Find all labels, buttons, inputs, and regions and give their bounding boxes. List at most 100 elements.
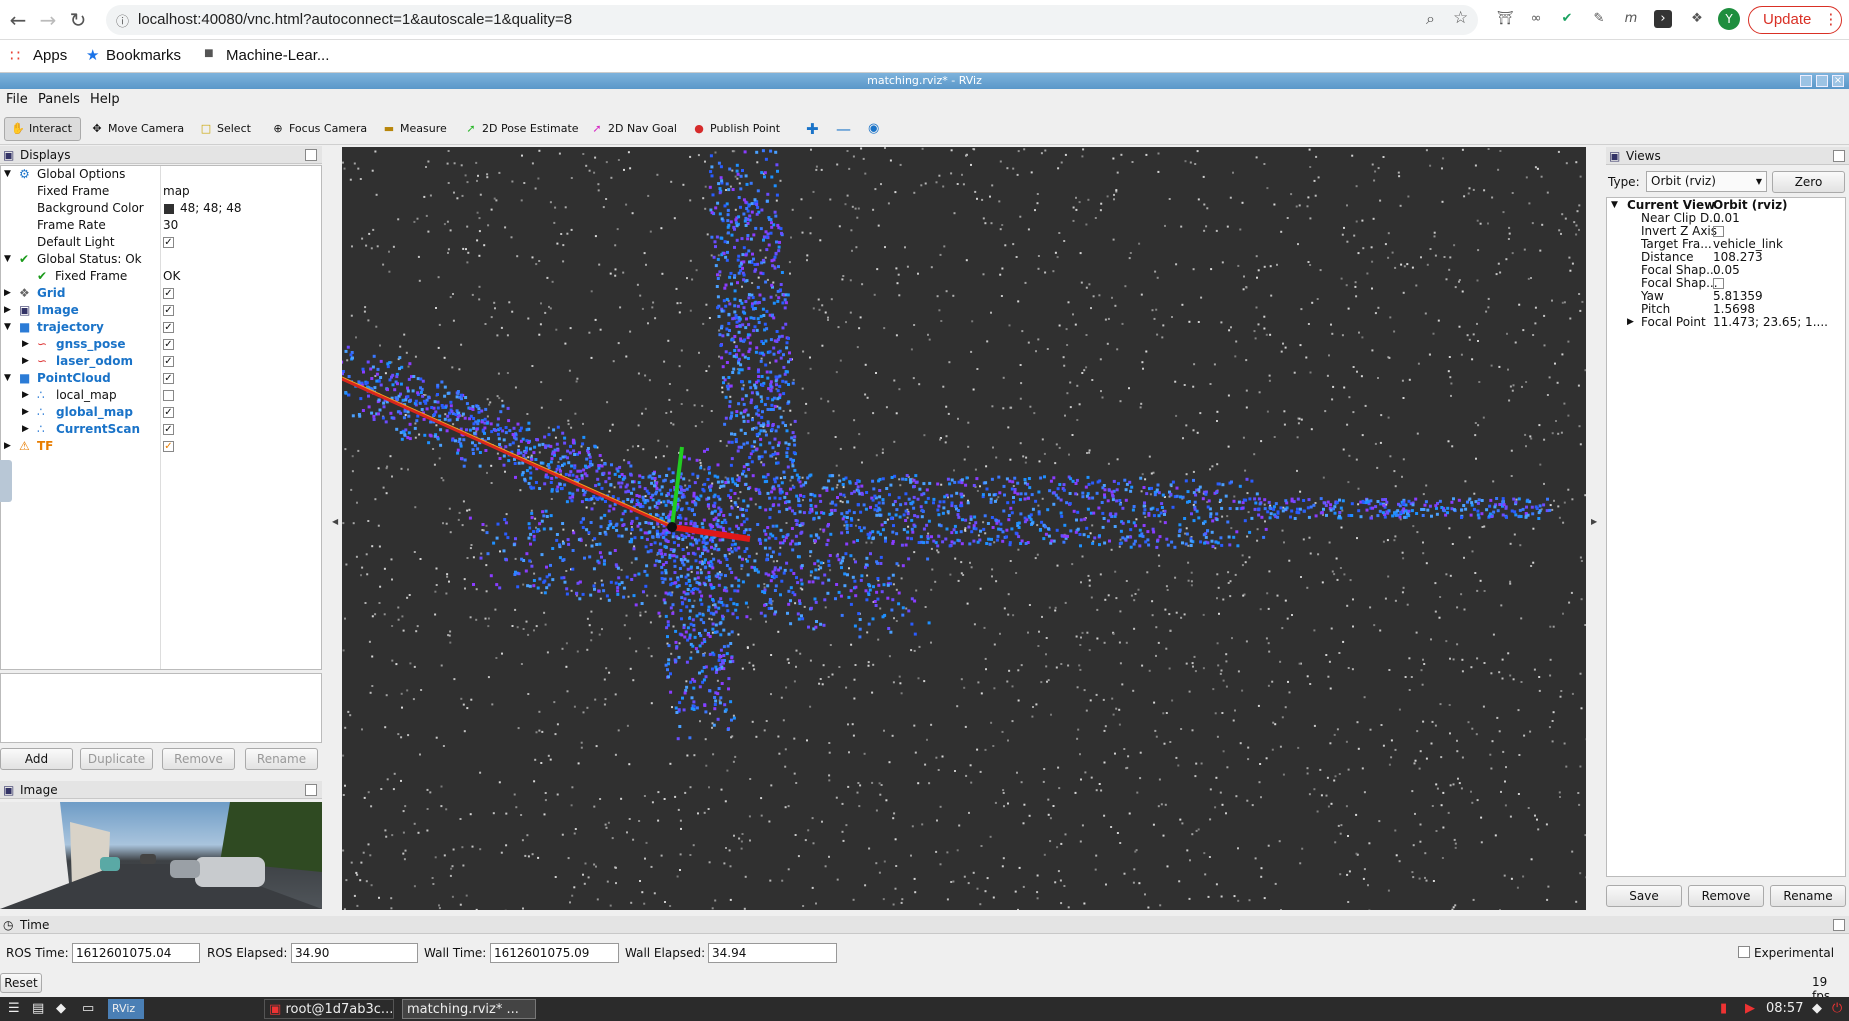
collapse-arrow-icon[interactable]: ▶ xyxy=(22,353,29,370)
tool-properties-icon[interactable]: ◉ xyxy=(868,119,879,139)
bookmark-star-icon[interactable]: ☆ xyxy=(1453,8,1468,28)
checkbox-checked[interactable]: ✓ xyxy=(163,305,174,316)
bookmark-folder[interactable]: Machine-Lear... xyxy=(226,47,329,64)
extension-m-icon[interactable]: m xyxy=(1622,10,1640,28)
ros-elapsed-field[interactable]: 34.90 xyxy=(291,943,418,963)
point-cloud-canvas[interactable] xyxy=(342,147,1586,910)
color-swatch[interactable] xyxy=(164,204,174,214)
row-grid[interactable]: ▶ ❖ Grid ✓ xyxy=(1,285,321,302)
tool-pose-estimate[interactable]: ➚ 2D Pose Estimate xyxy=(464,119,578,139)
checkbox-unchecked[interactable] xyxy=(1713,278,1724,289)
ros-time-field[interactable]: 1612601075.04 xyxy=(72,943,200,963)
collapse-arrow-icon[interactable]: ▶ xyxy=(4,302,11,319)
undock-icon[interactable] xyxy=(1833,150,1845,162)
row-laser-odom[interactable]: ▶ ∽ laser_odom ✓ xyxy=(1,353,321,370)
row-image[interactable]: ▶ ▣ Image ✓ xyxy=(1,302,321,319)
collapse-right-icon[interactable]: ▶ xyxy=(1591,517,1597,526)
row-fixed-frame[interactable]: Fixed Frame map xyxy=(1,183,321,200)
undock-icon[interactable] xyxy=(1833,919,1845,931)
view-type-select[interactable]: Orbit (rviz) ▼ xyxy=(1646,171,1767,192)
checkbox-unchecked[interactable] xyxy=(163,390,174,401)
rviz-launcher-icon[interactable]: RViz xyxy=(108,999,144,1019)
update-button[interactable]: Update ⋮ xyxy=(1748,6,1842,34)
checkbox-checked[interactable]: ✓ xyxy=(163,373,174,384)
extension-shield-icon[interactable]: ⛩ xyxy=(1496,10,1514,28)
row-tf[interactable]: ▶ ⚠ TF ✓ xyxy=(1,438,321,455)
extension-terminal-icon[interactable]: › xyxy=(1654,10,1672,28)
power-icon[interactable]: ⏻ xyxy=(1828,999,1842,1019)
checkbox-checked[interactable]: ✓ xyxy=(163,288,174,299)
browser-launcher-icon[interactable]: ◆ xyxy=(52,999,66,1019)
forward-icon[interactable]: → xyxy=(36,8,60,32)
checkbox-checked[interactable]: ✓ xyxy=(163,237,174,248)
remove-view-button[interactable]: Remove xyxy=(1688,885,1764,907)
collapse-arrow-icon[interactable]: ▶ xyxy=(4,438,11,455)
minimize-icon[interactable] xyxy=(1800,75,1812,87)
checkbox-checked[interactable]: ✓ xyxy=(163,407,174,418)
checkbox-checked[interactable]: ✓ xyxy=(163,441,174,452)
tool-select[interactable]: □ Select xyxy=(199,119,251,139)
checkbox-checked[interactable]: ✓ xyxy=(163,322,174,333)
apps-grid-icon[interactable]: ∷ xyxy=(10,46,20,66)
add-tool-icon[interactable]: ✚ xyxy=(806,119,819,139)
collapse-arrow-icon[interactable]: ▶ xyxy=(22,387,29,404)
menu-help[interactable]: Help xyxy=(90,92,120,107)
duplicate-button[interactable]: Duplicate xyxy=(80,748,153,770)
render-viewport[interactable] xyxy=(342,147,1586,910)
menu-panels[interactable]: Panels xyxy=(38,92,80,107)
experimental-checkbox[interactable] xyxy=(1738,946,1750,958)
row-global-status[interactable]: ▼ ✔ Global Status: Ok xyxy=(1,251,321,268)
undock-icon[interactable] xyxy=(305,784,317,796)
wall-elapsed-field[interactable]: 34.94 xyxy=(708,943,837,963)
row-current-scan[interactable]: ▶ ∴ CurrentScan ✓ xyxy=(1,421,321,438)
taskbar-item-terminal[interactable]: ▣ root@1d7ab3c... xyxy=(264,999,394,1019)
row-value[interactable]: map xyxy=(163,183,190,200)
address-bar[interactable]: ⓘ localhost:40080/vnc.html?autoconnect=1… xyxy=(106,5,1478,35)
collapse-arrow-icon[interactable]: ▶ xyxy=(1627,315,1634,330)
collapse-arrow-icon[interactable]: ▶ xyxy=(22,404,29,421)
extensions-puzzle-icon[interactable]: ❖ xyxy=(1688,10,1706,28)
profile-avatar[interactable]: Y xyxy=(1718,8,1740,30)
tool-measure[interactable]: ▬ Measure xyxy=(382,119,447,139)
reload-icon[interactable]: ↻ xyxy=(66,8,90,32)
zero-button[interactable]: Zero xyxy=(1772,171,1845,193)
row-background-color[interactable]: Background Color 48; 48; 48 xyxy=(1,200,321,217)
collapse-arrow-icon[interactable]: ▶ xyxy=(22,421,29,438)
rename-view-button[interactable]: Rename xyxy=(1770,885,1846,907)
save-view-button[interactable]: Save xyxy=(1606,885,1682,907)
extension-eyedropper-icon[interactable]: ✎ xyxy=(1590,10,1608,28)
row-gnss-pose[interactable]: ▶ ∽ gnss_pose ✓ xyxy=(1,336,321,353)
row-local-map[interactable]: ▶ ∴ local_map xyxy=(1,387,321,404)
back-icon[interactable]: ← xyxy=(6,8,30,32)
checkbox-unchecked[interactable] xyxy=(1713,226,1724,237)
row-value[interactable]: 11.473; 23.65; 1.... xyxy=(1713,315,1828,330)
taskbar-item-rviz[interactable]: matching.rviz* ... xyxy=(402,999,536,1019)
row-trajectory[interactable]: ▼ ■ trajectory ✓ xyxy=(1,319,321,336)
row-frame-rate[interactable]: Frame Rate 30 xyxy=(1,217,321,234)
expand-arrow-icon[interactable]: ▼ xyxy=(4,370,11,387)
expand-arrow-icon[interactable]: ▼ xyxy=(4,166,11,183)
row-value[interactable]: 30 xyxy=(163,217,178,234)
window-titlebar[interactable]: matching.rviz* - RViz × xyxy=(0,73,1849,89)
add-button[interactable]: Add xyxy=(0,748,73,770)
zoom-icon[interactable]: ⌕ xyxy=(1426,9,1435,29)
show-desktop-icon[interactable]: ▭ xyxy=(78,999,94,1019)
checkbox-checked[interactable]: ✓ xyxy=(163,356,174,367)
row-global-map[interactable]: ▶ ∴ global_map ✓ xyxy=(1,404,321,421)
reset-button[interactable]: Reset xyxy=(0,973,42,993)
row-pointcloud[interactable]: ▼ ■ PointCloud ✓ xyxy=(1,370,321,387)
expand-arrow-icon[interactable]: ▼ xyxy=(4,251,11,268)
remove-tool-icon[interactable]: — xyxy=(836,119,851,139)
checkbox-checked[interactable]: ✓ xyxy=(163,339,174,350)
tool-focus-camera[interactable]: ⊕ Focus Camera xyxy=(271,119,367,139)
collapse-arrow-icon[interactable]: ▶ xyxy=(4,285,11,302)
rename-button[interactable]: Rename xyxy=(245,748,318,770)
row-default-light[interactable]: Default Light ✓ xyxy=(1,234,321,251)
row-value[interactable]: 48; 48; 48 xyxy=(180,200,242,217)
side-handle[interactable] xyxy=(0,460,12,502)
checkbox-checked[interactable]: ✓ xyxy=(163,424,174,435)
file-manager-icon[interactable]: ▤ xyxy=(28,999,44,1019)
expand-arrow-icon[interactable]: ▼ xyxy=(4,319,11,336)
extension-glasses-icon[interactable]: ∞ xyxy=(1527,10,1545,28)
right-splitter[interactable]: ▶ xyxy=(1589,147,1601,910)
